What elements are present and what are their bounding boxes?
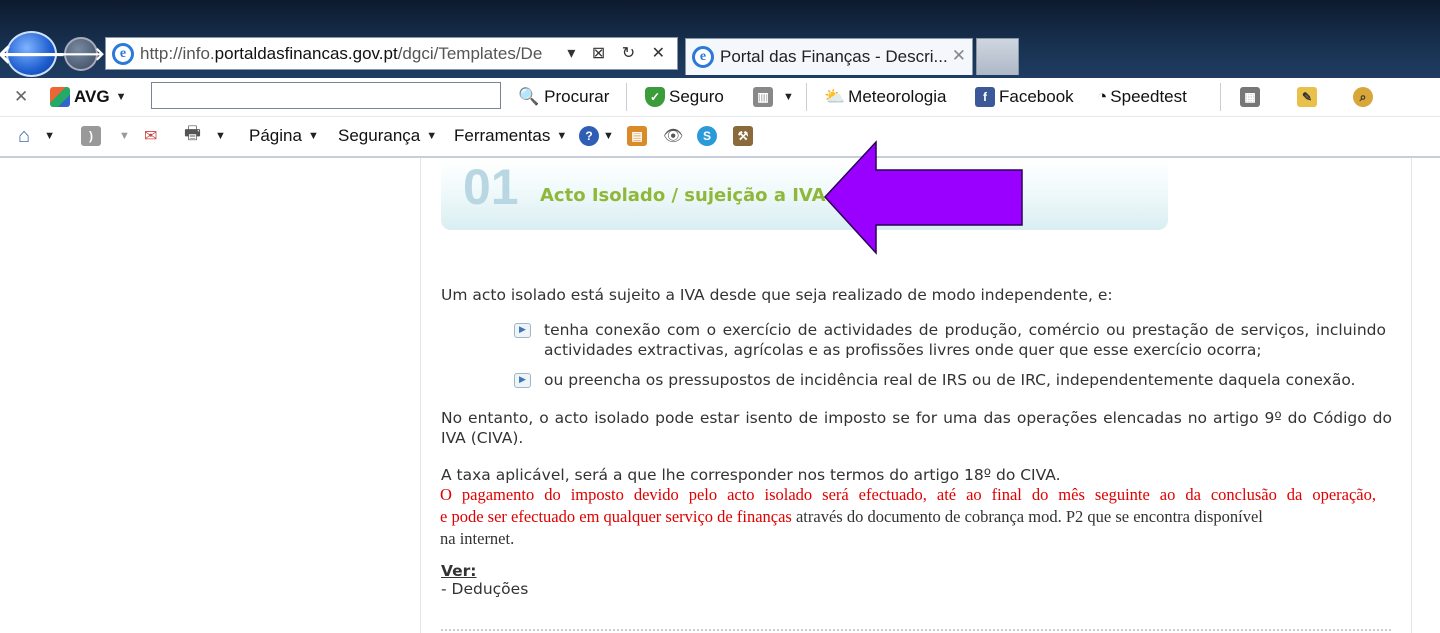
section-title: Acto Isolado / sujeição a IVA bbox=[540, 185, 826, 206]
purple-arrow-annotation bbox=[823, 140, 1023, 255]
chevron-down-icon: ▼ bbox=[556, 130, 568, 142]
chevron-down-icon: ▼ bbox=[783, 91, 794, 103]
deducoes-link[interactable]: - Deduções bbox=[441, 579, 528, 599]
addon-icon: ▤ bbox=[627, 126, 647, 146]
notepad-button[interactable]: ✎ bbox=[1297, 86, 1321, 108]
eye-icon: 👁 bbox=[663, 128, 684, 145]
trash-button[interactable]: ▥ ▼ bbox=[753, 86, 794, 108]
calculator-button[interactable]: ▦ bbox=[1240, 86, 1264, 108]
avg-search-input[interactable] bbox=[151, 82, 501, 109]
printer-icon: 🖶 bbox=[184, 123, 201, 143]
chevron-down-icon: ▼ bbox=[44, 130, 55, 142]
chevron-down-icon: ▼ bbox=[215, 130, 226, 142]
payment-note-line1: O pagamento do imposto devido pelo acto … bbox=[440, 485, 1376, 504]
trash-icon: ▥ bbox=[753, 87, 773, 107]
avg-button[interactable]: AVG ▼ bbox=[50, 86, 126, 108]
home-button[interactable]: ⌂ ▼ bbox=[18, 125, 55, 147]
payment-note-red: e pode ser efectuado em qualquer serviço… bbox=[440, 507, 792, 526]
mail-button[interactable]: ✉ bbox=[144, 125, 157, 147]
para2-line1: No entanto, o acto isolado pode estar is… bbox=[441, 409, 1392, 427]
toolbar-close-icon[interactable]: ✕ bbox=[14, 86, 28, 108]
payment-note-line3: na internet. bbox=[440, 529, 515, 548]
intro-text: Um acto isolado está sujeito a IVA desde… bbox=[441, 286, 1113, 304]
feeds-button[interactable]: ) ▼ bbox=[81, 125, 130, 147]
calculator-icon: ▦ bbox=[1240, 87, 1260, 107]
bullet-arrow-icon: ▶ bbox=[514, 373, 531, 388]
speedtest-label: Speedtest bbox=[1110, 87, 1187, 106]
magnifier-icon: ⌕ bbox=[1353, 87, 1373, 107]
separator bbox=[806, 83, 807, 111]
seguranca-menu[interactable]: Segurança ▼ bbox=[338, 125, 437, 147]
para3-text: A taxa aplicável, será a que lhe corresp… bbox=[441, 466, 1061, 484]
help-button[interactable]: ? ▼ bbox=[579, 125, 614, 147]
tab-portal-financas[interactable]: e Portal das Finanças - Descri... ✕ bbox=[685, 38, 973, 75]
bullet1-line1: tenha conexão com o exercício de activid… bbox=[544, 321, 1386, 339]
facebook-icon: f bbox=[975, 87, 995, 107]
pagina-menu[interactable]: Página ▼ bbox=[249, 125, 319, 147]
skype-icon: S bbox=[697, 126, 717, 146]
address-controls[interactable]: ▾ ⊠ ↻ ✕ bbox=[567, 43, 671, 63]
browser-title-bar: 🡐 🡒 e http://info. portaldasfinancas.gov.… bbox=[0, 0, 1440, 78]
seguranca-label: Segurança bbox=[338, 126, 421, 145]
seguro-label: Seguro bbox=[669, 87, 724, 106]
separator bbox=[1220, 83, 1221, 111]
mail-icon: ✉ bbox=[144, 128, 158, 145]
addon-button-2[interactable]: 👁 bbox=[663, 125, 683, 147]
section-number: 01 bbox=[463, 159, 519, 215]
magnifier-button[interactable]: ⌕ bbox=[1353, 86, 1377, 108]
addon-button-1[interactable]: ▤ bbox=[627, 125, 651, 147]
procurar-label: Procurar bbox=[544, 87, 610, 106]
search-icon: 🔍 bbox=[518, 87, 540, 106]
chevron-down-icon: ▼ bbox=[115, 91, 127, 103]
tab-close-icon[interactable]: ✕ bbox=[952, 46, 966, 66]
dotted-divider bbox=[441, 629, 1391, 631]
weather-icon: ⛅ bbox=[824, 87, 846, 106]
back-button[interactable]: 🡐 bbox=[0, 31, 66, 77]
print-button[interactable]: 🖶 ▼ bbox=[184, 123, 226, 147]
help-icon: ? bbox=[579, 126, 599, 146]
forward-button[interactable]: 🡒 bbox=[57, 37, 105, 71]
ie-page-icon: e bbox=[112, 42, 134, 65]
pagina-label: Página bbox=[249, 126, 302, 145]
address-bar[interactable]: e http://info. portaldasfinancas.gov.pt/d… bbox=[105, 37, 678, 70]
address-prefix: http://info. bbox=[140, 43, 215, 63]
para2-line2: IVA (CIVA). bbox=[441, 429, 524, 447]
payment-note-black: através do documento de cobrança mod. P2… bbox=[791, 507, 1263, 526]
separator bbox=[626, 83, 627, 111]
facebook-label: Facebook bbox=[999, 87, 1074, 106]
meteorologia-label: Meteorologia bbox=[848, 87, 947, 106]
bullet1-line2: actividades extractivas, agrícolas e as … bbox=[544, 341, 1262, 359]
address-suffix: /dgci/Templates/De bbox=[397, 43, 543, 63]
meteorologia-button[interactable]: ⛅ Meteorologia bbox=[824, 86, 946, 108]
avg-label: AVG bbox=[74, 87, 110, 106]
avg-logo-icon bbox=[50, 87, 70, 107]
ferramentas-label: Ferramentas bbox=[454, 126, 551, 145]
seguro-button[interactable]: ✓ Seguro bbox=[645, 86, 724, 108]
bullet-arrow-icon: ▶ bbox=[514, 323, 531, 338]
ferramentas-menu[interactable]: Ferramentas ▼ bbox=[454, 125, 567, 147]
rss-feed-icon: ) bbox=[81, 126, 101, 146]
address-domain: portaldasfinancas.gov.pt bbox=[214, 43, 398, 63]
notepad-icon: ✎ bbox=[1297, 87, 1317, 107]
facebook-button[interactable]: f Facebook bbox=[975, 86, 1074, 108]
shield-check-icon: ✓ bbox=[645, 87, 665, 107]
gauge-icon: ◔ bbox=[1097, 87, 1108, 106]
addon-button-3[interactable]: S bbox=[697, 125, 721, 147]
chevron-down-icon: ▼ bbox=[307, 130, 319, 142]
chevron-down-icon: ▼ bbox=[119, 130, 130, 142]
tools-icon: ⚒ bbox=[733, 126, 753, 146]
command-bar: ⌂ ▼ ) ▼ ✉ 🖶 ▼ Página ▼ Segurança ▼ Ferramenta… bbox=[0, 117, 1440, 158]
addon-button-4[interactable]: ⚒ bbox=[733, 125, 757, 147]
tab-title: Portal das Finanças - Descri... bbox=[720, 47, 948, 66]
payment-note-line2: e pode ser efectuado em qualquer serviço… bbox=[440, 506, 1263, 528]
chevron-down-icon: ▼ bbox=[603, 130, 614, 142]
procurar-button[interactable]: 🔍 Procurar bbox=[518, 86, 609, 108]
speedtest-button[interactable]: ◔ Speedtest bbox=[1097, 86, 1187, 108]
new-tab-button[interactable] bbox=[976, 38, 1019, 75]
bullet2-text: ou preencha os pressupostos de incidênci… bbox=[544, 371, 1356, 389]
chevron-down-icon: ▼ bbox=[426, 130, 438, 142]
ie-tab-icon: e bbox=[692, 46, 714, 68]
ver-label: Ver: bbox=[441, 562, 477, 580]
home-icon: ⌂ bbox=[18, 124, 31, 147]
